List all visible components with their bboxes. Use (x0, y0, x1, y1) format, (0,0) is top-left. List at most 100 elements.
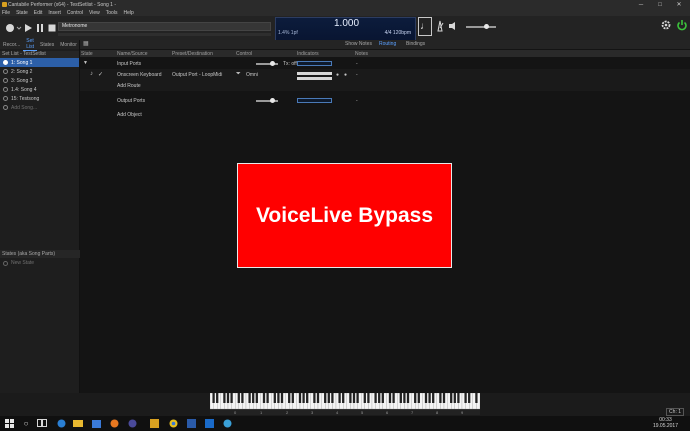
black-key[interactable] (226, 393, 230, 403)
black-key[interactable] (464, 393, 467, 403)
black-key[interactable] (453, 393, 456, 403)
black-key[interactable] (356, 393, 359, 403)
power-button[interactable] (676, 19, 688, 31)
black-key[interactable] (442, 393, 446, 403)
black-key[interactable] (403, 393, 406, 403)
black-key[interactable] (342, 393, 345, 403)
start-icon[interactable] (4, 418, 14, 428)
minimize-button[interactable]: ─ (634, 0, 648, 9)
channel-omni[interactable]: Omni (246, 72, 258, 78)
black-key[interactable] (313, 393, 316, 403)
input-ports-row[interactable]: ▼ Input Ports Tx: off - (80, 60, 690, 68)
black-key[interactable] (216, 393, 219, 403)
black-key[interactable] (277, 393, 280, 403)
black-key[interactable] (327, 393, 330, 403)
black-key[interactable] (457, 393, 460, 403)
song-item[interactable]: 2: Song 2 (0, 67, 79, 76)
onscreen-keyboard[interactable] (210, 393, 480, 409)
black-key[interactable] (306, 393, 309, 403)
record-button[interactable] (4, 22, 16, 34)
black-key[interactable] (262, 393, 266, 403)
piano-keys[interactable] (210, 393, 480, 409)
add-object-button[interactable]: Add Object (117, 112, 142, 118)
song-item[interactable]: 1.4: Song 4 (0, 85, 79, 94)
master-volume-knob[interactable] (484, 24, 489, 29)
add-song-button[interactable]: Add Song... (0, 103, 79, 112)
menu-file[interactable]: File (2, 10, 10, 16)
app-icon[interactable] (222, 418, 232, 428)
stop-button[interactable] (46, 22, 58, 34)
black-key[interactable] (349, 393, 352, 403)
menu-view[interactable]: View (89, 10, 100, 16)
black-key[interactable] (338, 393, 341, 403)
black-key[interactable] (392, 393, 395, 403)
menu-state[interactable]: State (16, 10, 28, 16)
black-key[interactable] (298, 393, 302, 403)
black-key[interactable] (388, 393, 392, 403)
black-key[interactable] (399, 393, 402, 403)
outlook-icon[interactable] (204, 418, 214, 428)
black-key[interactable] (230, 393, 233, 403)
tab-bindings[interactable]: Bindings (406, 41, 425, 47)
black-key[interactable] (381, 393, 384, 403)
metronome-icon[interactable] (434, 20, 446, 32)
black-key[interactable] (367, 393, 370, 403)
black-key[interactable] (255, 393, 258, 403)
store-icon[interactable] (91, 418, 101, 428)
menu-help[interactable]: Help (123, 10, 133, 16)
system-clock[interactable]: 00:33 19.05.2017 (653, 417, 678, 429)
word-icon[interactable] (186, 418, 196, 428)
maximize-button[interactable]: □ (653, 0, 667, 9)
black-key[interactable] (223, 393, 226, 403)
tempo-display[interactable]: 4/4 120bpm (385, 30, 411, 36)
play-button[interactable] (22, 22, 34, 34)
task-view-icon[interactable] (37, 418, 47, 428)
output-gain-knob[interactable] (270, 98, 275, 103)
tab-recordings[interactable]: Recor... (0, 42, 23, 48)
menu-edit[interactable]: Edit (34, 10, 43, 16)
black-key[interactable] (414, 393, 417, 403)
menu-control[interactable]: Control (67, 10, 83, 16)
black-key[interactable] (266, 393, 269, 403)
input-gain-knob[interactable] (270, 61, 275, 66)
filter-icon[interactable]: ⏷ (236, 71, 241, 78)
tab-monitor[interactable]: Monitor (57, 42, 80, 48)
black-key[interactable] (237, 393, 240, 403)
black-key[interactable] (241, 393, 244, 403)
black-key[interactable] (406, 393, 410, 403)
black-key[interactable] (291, 393, 294, 403)
tab-states[interactable]: States (37, 42, 57, 48)
black-key[interactable] (280, 393, 284, 403)
song-item[interactable]: 3: Song 3 (0, 76, 79, 85)
menu-insert[interactable]: Insert (48, 10, 61, 16)
black-key[interactable] (288, 393, 291, 403)
route-destination[interactable]: Output Port - LoopMidi (172, 72, 222, 78)
grid-icon[interactable]: ▦ (83, 40, 89, 47)
cantabile-icon[interactable] (149, 418, 159, 428)
position-bar[interactable] (58, 33, 271, 36)
black-key[interactable] (248, 393, 251, 403)
tab-set-list[interactable]: Set List (23, 38, 38, 51)
black-key[interactable] (363, 393, 366, 403)
media-player-icon[interactable] (109, 418, 119, 428)
speaker-icon[interactable] (448, 20, 460, 32)
black-key[interactable] (331, 393, 334, 403)
app-icon[interactable] (127, 418, 137, 428)
black-key[interactable] (212, 393, 215, 403)
black-key[interactable] (273, 393, 276, 403)
black-key[interactable] (475, 393, 478, 403)
show-notes-button[interactable]: Show Notes (345, 41, 372, 47)
black-key[interactable] (468, 393, 471, 403)
midi-channel-selector[interactable]: Ch: 1 (666, 408, 684, 416)
menu-tools[interactable]: Tools (106, 10, 118, 16)
black-key[interactable] (252, 393, 255, 403)
output-ports-row[interactable]: Output Ports - (80, 96, 690, 104)
song-item[interactable]: 15: Testsong (0, 94, 79, 103)
route-row[interactable]: ♪ ✓ Onscreen Keyboard Output Port - Loop… (80, 69, 690, 91)
route-source[interactable]: Onscreen Keyboard (117, 72, 161, 78)
black-key[interactable] (374, 393, 377, 403)
black-key[interactable] (378, 393, 381, 403)
quarter-note-button[interactable]: ♩ (418, 17, 432, 36)
black-key[interactable] (417, 393, 420, 403)
close-button[interactable]: ✕ (672, 0, 686, 9)
